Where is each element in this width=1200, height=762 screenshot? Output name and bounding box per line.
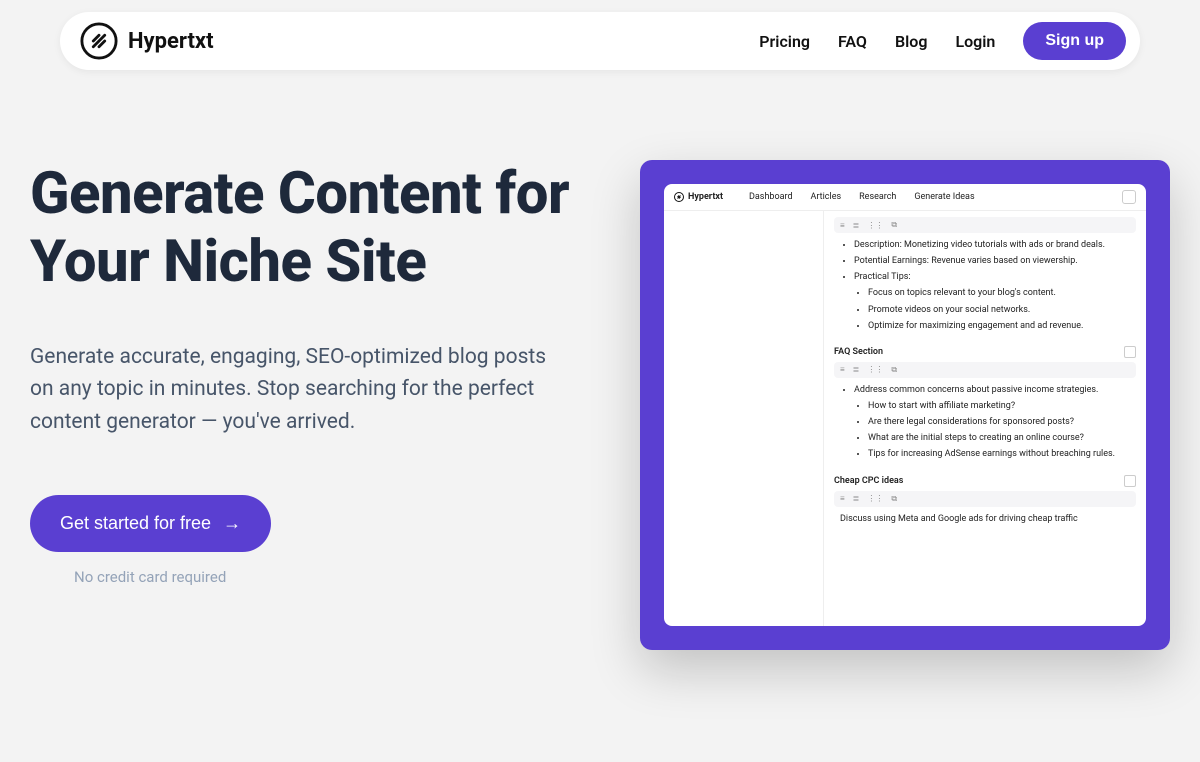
list-ul-icon[interactable]: ≡ [840,365,845,374]
hero-title: Generate Content for Your Niche Site [30,160,600,297]
tab-research[interactable]: Research [859,192,896,202]
section-title: Cheap CPC ideas [834,476,903,486]
list-item: How to start with affiliate marketing? [868,400,1136,412]
list-item: Are there legal considerations for spons… [868,416,1136,428]
tab-generate-ideas[interactable]: Generate Ideas [914,192,974,202]
cta-label: Get started for free [60,513,211,534]
arrow-right-icon: → [223,513,241,534]
logo-icon [80,22,118,60]
app-topbar: Hypertxt Dashboard Articles Research Gen… [664,184,1146,211]
section-header: FAQ Section [834,346,1136,358]
nav-pricing[interactable]: Pricing [759,32,810,51]
brand-text: Hypertxt [128,29,214,54]
list-item-text: Address common concerns about passive in… [854,385,1098,395]
section-header: Cheap CPC ideas [834,475,1136,487]
product-preview: Hypertxt Dashboard Articles Research Gen… [640,160,1170,650]
bullet-list: Description: Monetizing video tutorials … [834,239,1136,332]
app-window: Hypertxt Dashboard Articles Research Gen… [664,184,1146,626]
hero-section: Generate Content for Your Niche Site Gen… [0,70,1200,650]
link-icon[interactable]: ⧉ [891,220,897,230]
list-check-icon[interactable]: ⋮⋮ [867,365,883,374]
bullet-list: Address common concerns about passive in… [834,384,1136,461]
list-item: Optimize for maximizing engagement and a… [868,320,1136,332]
app-brand-text: Hypertxt [688,192,723,202]
brand[interactable]: Hypertxt [80,22,214,60]
link-icon[interactable]: ⧉ [891,365,897,375]
cta-button[interactable]: Get started for free → [30,495,271,552]
tab-dashboard[interactable]: Dashboard [749,192,793,202]
user-avatar[interactable] [1122,190,1136,204]
editor-toolbar[interactable]: ≡ ≣ ⋮⋮ ⧉ [834,362,1136,378]
list-ol-icon[interactable]: ≣ [853,494,860,503]
no-credit-card-text: No credit card required [30,568,600,586]
list-item: Tips for increasing AdSense earnings wit… [868,448,1136,460]
app-sidebar [664,211,824,626]
app-tabs: Dashboard Articles Research Generate Ide… [749,192,975,202]
section-body: Discuss using Meta and Google ads for dr… [834,513,1136,526]
list-item: Focus on topics relevant to your blog's … [868,287,1136,299]
content-section: Cheap CPC ideas ≡ ≣ ⋮⋮ ⧉ Discuss using M… [834,475,1136,526]
list-item-text: Practical Tips: [854,272,911,282]
list-ol-icon[interactable]: ≣ [853,365,860,374]
list-ul-icon[interactable]: ≡ [840,221,845,230]
section-title: FAQ Section [834,347,883,357]
tab-articles[interactable]: Articles [811,192,842,202]
nav-faq[interactable]: FAQ [838,32,867,51]
trash-icon[interactable] [1124,346,1136,358]
nav-links: Pricing FAQ Blog Login Sign up [759,22,1126,60]
list-item: Potential Earnings: Revenue varies based… [854,255,1136,267]
hero-copy: Generate Content for Your Niche Site Gen… [30,160,600,650]
list-item: Practical Tips: Focus on topics relevant… [854,271,1136,332]
content-section: FAQ Section ≡ ≣ ⋮⋮ ⧉ Address common conc… [834,346,1136,461]
nav-blog[interactable]: Blog [895,32,927,51]
list-ol-icon[interactable]: ≣ [853,221,860,230]
list-item: What are the initial steps to creating a… [868,432,1136,444]
nav-login[interactable]: Login [955,32,995,51]
list-item: Address common concerns about passive in… [854,384,1136,461]
list-check-icon[interactable]: ⋮⋮ [867,221,883,230]
content-section: ≡ ≣ ⋮⋮ ⧉ Description: Monetizing video t… [834,217,1136,332]
link-icon[interactable]: ⧉ [891,494,897,504]
logo-icon [674,192,684,202]
top-nav: Hypertxt Pricing FAQ Blog Login Sign up [60,12,1140,70]
app-brand[interactable]: Hypertxt [674,192,723,202]
list-check-icon[interactable]: ⋮⋮ [867,494,883,503]
list-item: Promote videos on your social networks. [868,304,1136,316]
app-content: ≡ ≣ ⋮⋮ ⧉ Description: Monetizing video t… [824,211,1146,626]
editor-toolbar[interactable]: ≡ ≣ ⋮⋮ ⧉ [834,491,1136,507]
app-body: ≡ ≣ ⋮⋮ ⧉ Description: Monetizing video t… [664,211,1146,626]
list-item: Description: Monetizing video tutorials … [854,239,1136,251]
trash-icon[interactable] [1124,475,1136,487]
hero-subtitle: Generate accurate, engaging, SEO-optimiz… [30,341,550,439]
editor-toolbar[interactable]: ≡ ≣ ⋮⋮ ⧉ [834,217,1136,233]
signup-button[interactable]: Sign up [1023,22,1126,60]
list-ul-icon[interactable]: ≡ [840,494,845,503]
